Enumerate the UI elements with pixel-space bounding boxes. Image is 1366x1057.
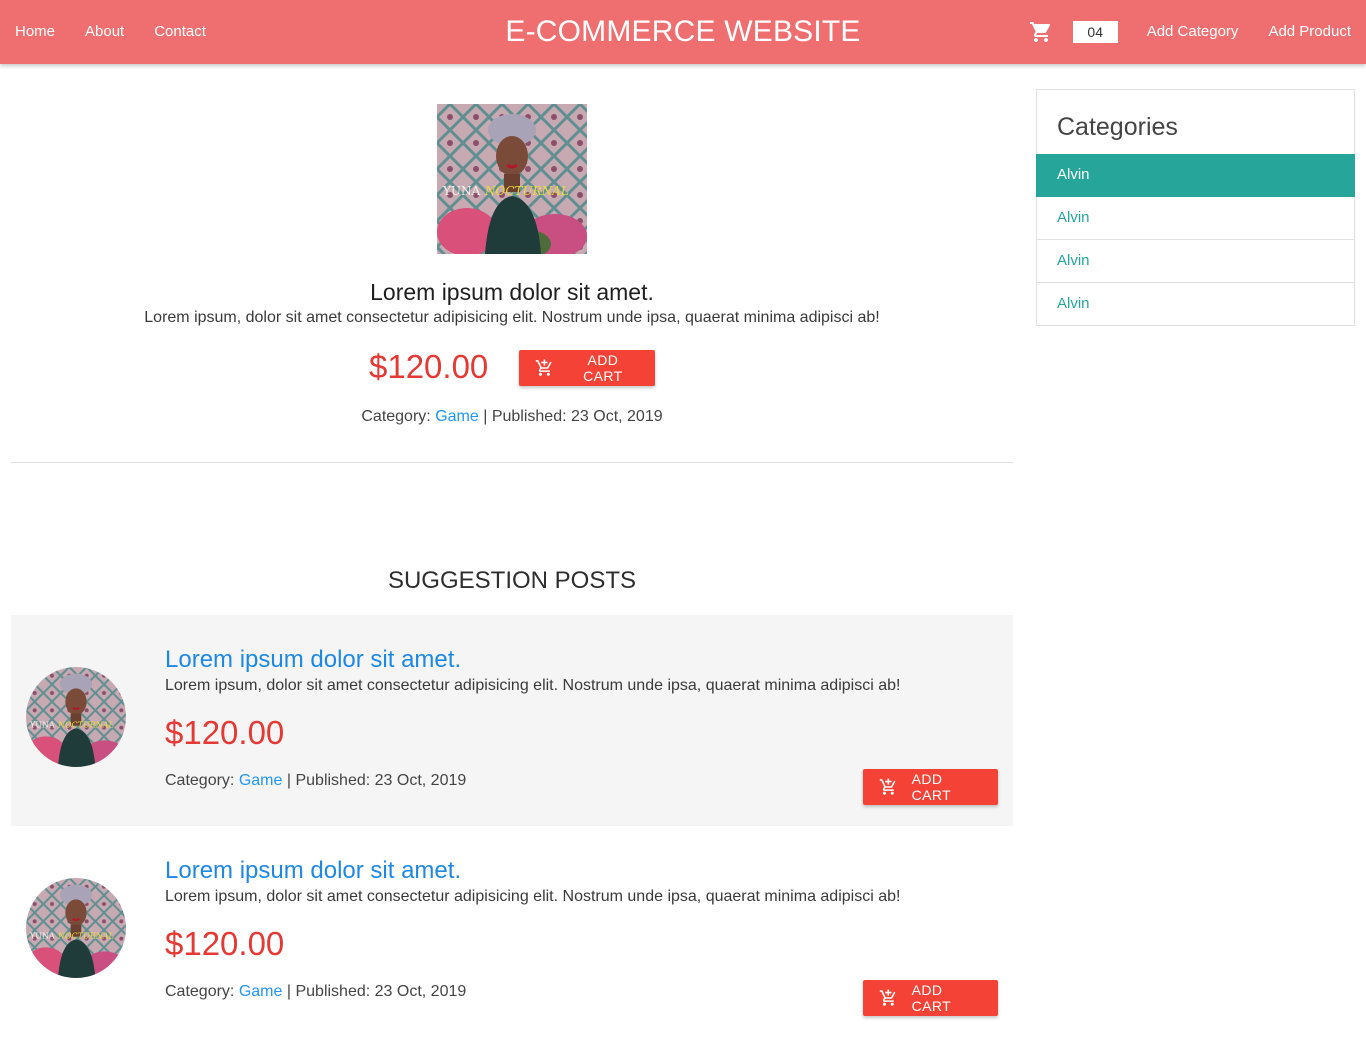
nav-right-actions: 04 Add Category Add Product: [1029, 0, 1366, 64]
product-meta: Category: Game | Published: 23 Oct, 2019: [11, 407, 1013, 427]
top-navbar: Home About Contact E-COMMERCE WEBSITE 04…: [0, 0, 1366, 64]
published-date: 23 Oct, 2019: [374, 772, 467, 789]
published-label: Published:: [295, 772, 371, 789]
add-shopping-cart-icon: [535, 359, 552, 376]
suggestion-price: $120.00: [165, 925, 285, 962]
album-cover-image: YUNA NOCTURNAL: [437, 104, 587, 254]
published-date: 23 Oct, 2019: [374, 983, 467, 1000]
meta-separator: |: [483, 408, 488, 425]
add-cart-label: ADD CART: [583, 352, 623, 384]
nav-left-links: Home About Contact: [0, 0, 221, 64]
product-description: Lorem ipsum, dolor sit amet consectetur …: [144, 309, 880, 326]
suggestion-thumbnail[interactable]: YUNA NOCTURNAL: [26, 878, 126, 978]
add-category-link[interactable]: Add Category: [1132, 0, 1254, 64]
category-link[interactable]: Game: [239, 983, 283, 1000]
category-item[interactable]: Alvin: [1036, 197, 1355, 240]
brand-title[interactable]: E-COMMERCE WEBSITE: [505, 15, 860, 48]
add-cart-button[interactable]: ADD CART: [863, 980, 998, 1016]
product-price: $120.00: [369, 348, 489, 385]
category-link[interactable]: Game: [435, 408, 479, 425]
published-label: Published:: [491, 408, 567, 425]
add-shopping-cart-icon: [879, 778, 896, 795]
add-product-link[interactable]: Add Product: [1253, 0, 1366, 64]
published-date: 23 Oct, 2019: [571, 408, 663, 425]
svg-text:YUNA: YUNA: [29, 932, 55, 941]
product-detail: YUNA NOCTURNAL Lorem ipsum dolor sit ame…: [11, 64, 1013, 463]
category-label: Category:: [165, 983, 235, 1000]
category-item-active[interactable]: Alvin: [1036, 154, 1355, 197]
suggestion-title[interactable]: Lorem ipsum dolor sit amet.: [165, 856, 461, 886]
svg-text:NOCTURNAL: NOCTURNAL: [57, 721, 114, 730]
cart-count-badge: 04: [1072, 21, 1118, 43]
sidebar-title: Categories: [1057, 113, 1178, 141]
published-label: Published:: [295, 983, 371, 1000]
svg-text:YUNA: YUNA: [442, 184, 481, 198]
category-label: Category:: [361, 408, 431, 425]
product-title: Lorem ipsum dolor sit amet.: [370, 279, 654, 305]
nav-link-about[interactable]: About: [70, 0, 139, 64]
svg-text:YUNA: YUNA: [29, 721, 55, 730]
suggestion-card: YUNA NOCTURNAL Lorem ipsum dolor sit ame…: [11, 615, 1013, 826]
suggestion-meta: Category: Game | Published: 23 Oct, 2019: [165, 982, 466, 1002]
suggestion-price: $120.00: [165, 714, 285, 751]
suggestion-description: Lorem ipsum, dolor sit amet consectetur …: [165, 677, 901, 694]
add-cart-button[interactable]: ADD CART: [519, 350, 655, 386]
meta-separator: |: [286, 983, 292, 1000]
svg-text:NOCTURNAL: NOCTURNAL: [57, 932, 114, 941]
category-item[interactable]: Alvin: [1036, 240, 1355, 283]
suggestion-thumbnail[interactable]: YUNA NOCTURNAL: [26, 667, 126, 767]
category-link[interactable]: Game: [239, 772, 283, 789]
add-shopping-cart-icon: [879, 989, 896, 1006]
add-cart-label: ADD CART: [911, 771, 952, 803]
nav-link-contact[interactable]: Contact: [139, 0, 221, 64]
nav-link-home[interactable]: Home: [0, 0, 70, 64]
add-cart-label: ADD CART: [911, 982, 952, 1014]
svg-text:NOCTURNAL: NOCTURNAL: [484, 184, 569, 198]
suggestion-card: YUNA NOCTURNAL Lorem ipsum dolor sit ame…: [11, 826, 1013, 1037]
category-list: Alvin Alvin Alvin Alvin: [1036, 154, 1355, 326]
categories-sidebar: Categories Alvin Alvin Alvin Alvin: [1036, 89, 1355, 326]
suggestion-description: Lorem ipsum, dolor sit amet consectetur …: [165, 888, 901, 905]
meta-separator: |: [286, 772, 292, 789]
suggestion-title[interactable]: Lorem ipsum dolor sit amet.: [165, 645, 461, 675]
add-cart-button[interactable]: ADD CART: [863, 769, 998, 805]
category-label: Category:: [165, 772, 235, 789]
cart-icon[interactable]: [1029, 20, 1053, 44]
suggestion-heading: SUGGESTION POSTS: [387, 567, 637, 594]
category-item[interactable]: Alvin: [1036, 283, 1355, 326]
suggestion-meta: Category: Game | Published: 23 Oct, 2019: [165, 771, 466, 791]
